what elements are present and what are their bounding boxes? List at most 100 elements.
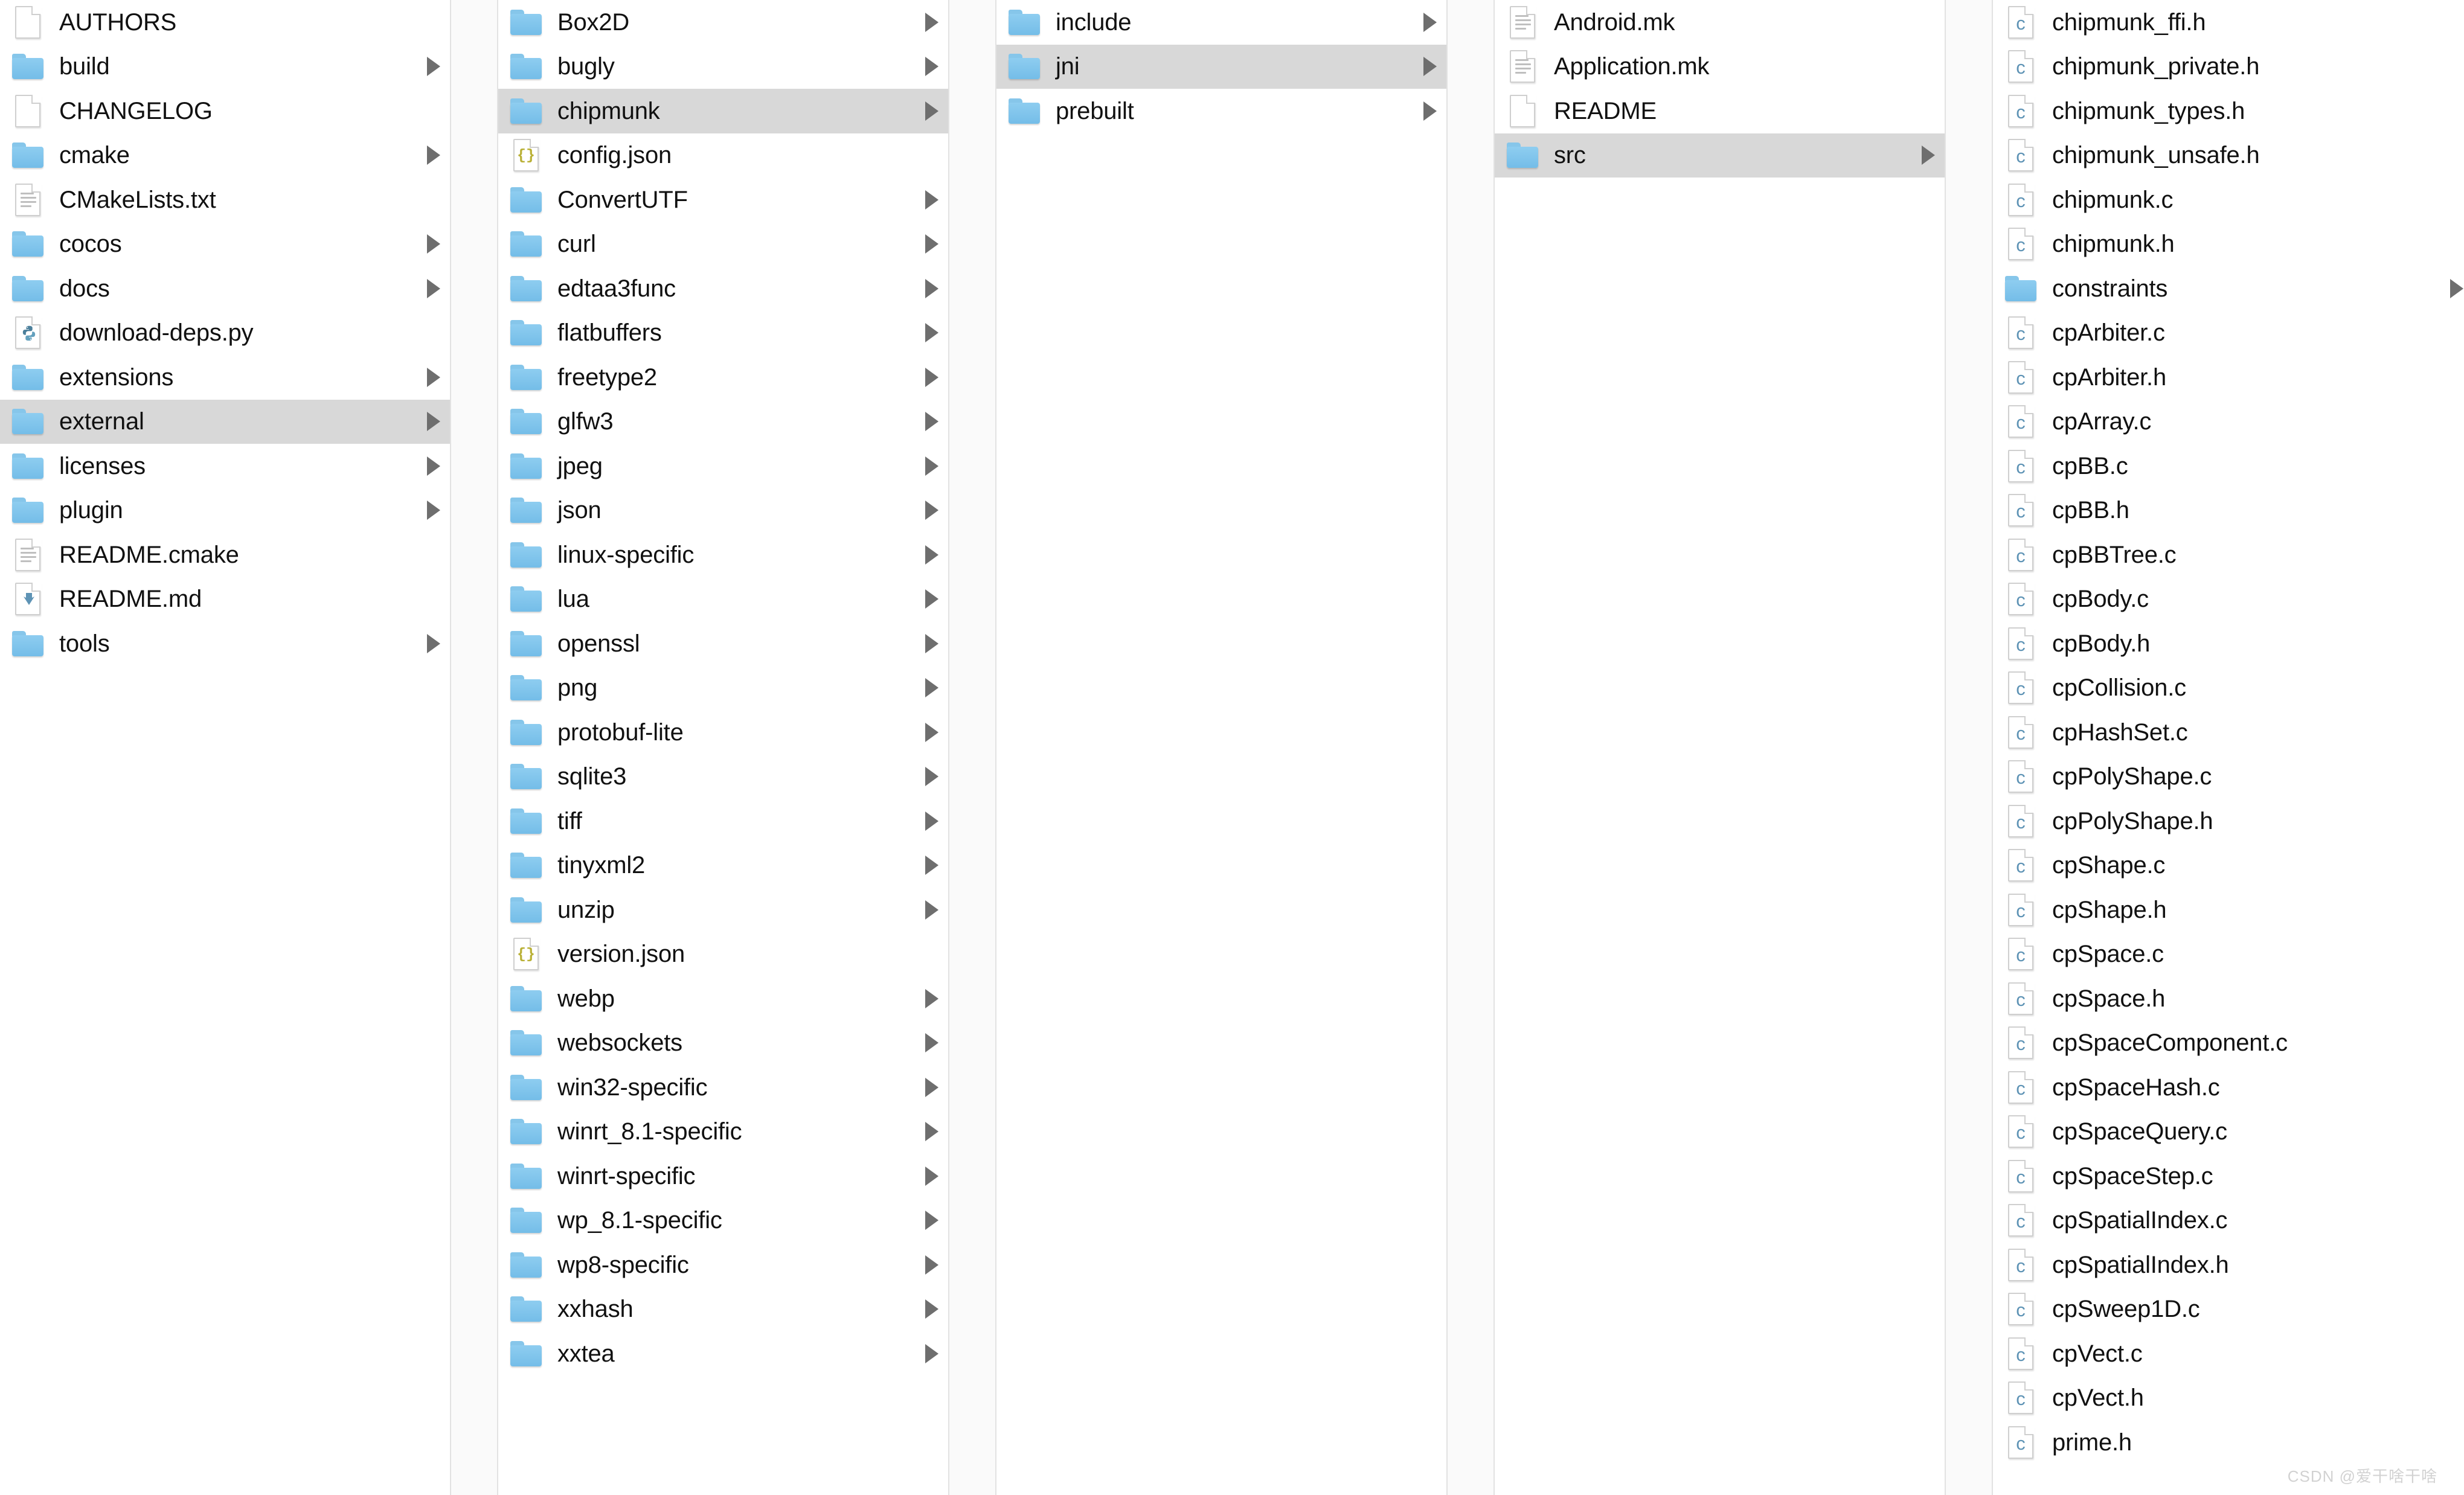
disclosure-triangle-icon[interactable]: [427, 633, 440, 653]
folder-row[interactable]: sqlite3: [498, 755, 948, 799]
file-row[interactable]: c cpArbiter.h: [1993, 355, 2464, 400]
folder-row[interactable]: chipmunk: [498, 89, 948, 133]
file-row[interactable]: c cpBB.h: [1993, 488, 2464, 533]
disclosure-triangle-icon[interactable]: [2450, 278, 2463, 298]
disclosure-triangle-icon[interactable]: [925, 1166, 938, 1186]
file-row[interactable]: c cpPolyShape.c: [1993, 755, 2464, 799]
file-row[interactable]: c chipmunk_private.h: [1993, 45, 2464, 89]
disclosure-triangle-icon[interactable]: [925, 190, 938, 210]
file-row[interactable]: CMakeLists.txt: [0, 178, 450, 222]
folder-row[interactable]: prebuilt: [996, 89, 1446, 133]
folder-row[interactable]: cocos: [0, 222, 450, 267]
disclosure-triangle-icon[interactable]: [427, 234, 440, 254]
disclosure-triangle-icon[interactable]: [427, 367, 440, 387]
file-row[interactable]: c cpSpace.h: [1993, 976, 2464, 1021]
folder-row[interactable]: plugin: [0, 488, 450, 533]
folder-row[interactable]: curl: [498, 222, 948, 267]
file-row[interactable]: README.md: [0, 577, 450, 622]
finder-column-jni[interactable]: Android.mk Application.mk README src: [1495, 0, 1945, 1495]
file-row[interactable]: c cpVect.c: [1993, 1331, 2464, 1376]
folder-row[interactable]: openssl: [498, 621, 948, 666]
folder-row[interactable]: glfw3: [498, 400, 948, 444]
folder-row[interactable]: Box2D: [498, 0, 948, 45]
disclosure-triangle-icon[interactable]: [427, 57, 440, 77]
column-divider-3[interactable]: [1446, 0, 1495, 1495]
file-row[interactable]: Application.mk: [1495, 45, 1945, 89]
folder-row[interactable]: freetype2: [498, 355, 948, 400]
folder-row[interactable]: tinyxml2: [498, 844, 948, 888]
finder-column-src[interactable]: c chipmunk_ffi.h c chipmunk_private.h c chipm…: [1993, 0, 2464, 1495]
file-row[interactable]: c chipmunk.h: [1993, 222, 2464, 267]
disclosure-triangle-icon[interactable]: [925, 1255, 938, 1275]
folder-row[interactable]: jpeg: [498, 444, 948, 488]
file-row[interactable]: c cpSpaceStep.c: [1993, 1154, 2464, 1199]
finder-column-chipmunk[interactable]: include jni prebuilt: [996, 0, 1446, 1495]
file-row[interactable]: c chipmunk_types.h: [1993, 89, 2464, 133]
disclosure-triangle-icon[interactable]: [1423, 57, 1437, 77]
finder-column-root[interactable]: AUTHORS build CHANGELOG cmake CMakeLists.txt…: [0, 0, 450, 1495]
file-row[interactable]: c cpVect.h: [1993, 1376, 2464, 1421]
file-row[interactable]: c cpSpatialIndex.c: [1993, 1199, 2464, 1243]
folder-row[interactable]: winrt-specific: [498, 1154, 948, 1199]
folder-row[interactable]: include: [996, 0, 1446, 45]
folder-row[interactable]: ConvertUTF: [498, 178, 948, 222]
disclosure-triangle-icon[interactable]: [925, 1122, 938, 1142]
folder-row[interactable]: wp_8.1-specific: [498, 1199, 948, 1243]
disclosure-triangle-icon[interactable]: [427, 146, 440, 165]
file-row[interactable]: c chipmunk_unsafe.h: [1993, 133, 2464, 178]
file-row[interactable]: c cpBB.c: [1993, 444, 2464, 488]
folder-row[interactable]: docs: [0, 266, 450, 311]
disclosure-triangle-icon[interactable]: [925, 101, 938, 121]
disclosure-triangle-icon[interactable]: [1423, 12, 1437, 32]
disclosure-triangle-icon[interactable]: [427, 501, 440, 520]
disclosure-triangle-icon[interactable]: [925, 856, 938, 876]
disclosure-triangle-icon[interactable]: [1922, 146, 1935, 165]
disclosure-triangle-icon[interactable]: [925, 12, 938, 32]
disclosure-triangle-icon[interactable]: [925, 722, 938, 742]
folder-row[interactable]: winrt_8.1-specific: [498, 1110, 948, 1154]
disclosure-triangle-icon[interactable]: [925, 767, 938, 787]
disclosure-triangle-icon[interactable]: [925, 367, 938, 387]
file-row[interactable]: Android.mk: [1495, 0, 1945, 45]
disclosure-triangle-icon[interactable]: [925, 323, 938, 343]
file-row[interactable]: c cpSpatialIndex.h: [1993, 1243, 2464, 1287]
disclosure-triangle-icon[interactable]: [925, 1343, 938, 1363]
folder-row[interactable]: xxhash: [498, 1287, 948, 1332]
folder-row[interactable]: src: [1495, 133, 1945, 178]
folder-row[interactable]: constraints: [1993, 266, 2464, 311]
disclosure-triangle-icon[interactable]: [427, 278, 440, 298]
folder-row[interactable]: unzip: [498, 888, 948, 932]
folder-row[interactable]: licenses: [0, 444, 450, 488]
disclosure-triangle-icon[interactable]: [925, 678, 938, 698]
file-row[interactable]: c cpShape.h: [1993, 888, 2464, 932]
disclosure-triangle-icon[interactable]: [925, 412, 938, 432]
folder-row[interactable]: edtaa3func: [498, 266, 948, 311]
file-row[interactable]: c cpCollision.c: [1993, 666, 2464, 711]
file-row[interactable]: download-deps.py: [0, 311, 450, 356]
file-row[interactable]: c cpSweep1D.c: [1993, 1287, 2464, 1332]
file-row[interactable]: c prime.h: [1993, 1420, 2464, 1465]
disclosure-triangle-icon[interactable]: [427, 456, 440, 476]
folder-row[interactable]: flatbuffers: [498, 311, 948, 356]
file-row[interactable]: c cpShape.c: [1993, 844, 2464, 888]
disclosure-triangle-icon[interactable]: [925, 57, 938, 77]
folder-row[interactable]: xxtea: [498, 1331, 948, 1376]
disclosure-triangle-icon[interactable]: [1423, 101, 1437, 121]
folder-row[interactable]: build: [0, 45, 450, 89]
file-row[interactable]: c cpSpace.c: [1993, 932, 2464, 977]
disclosure-triangle-icon[interactable]: [427, 412, 440, 432]
folder-row[interactable]: linux-specific: [498, 533, 948, 577]
file-row[interactable]: c cpArbiter.c: [1993, 311, 2464, 356]
disclosure-triangle-icon[interactable]: [925, 234, 938, 254]
disclosure-triangle-icon[interactable]: [925, 1077, 938, 1097]
folder-row[interactable]: protobuf-lite: [498, 710, 948, 755]
folder-row[interactable]: webp: [498, 976, 948, 1021]
file-row[interactable]: c cpArray.c: [1993, 400, 2464, 444]
disclosure-triangle-icon[interactable]: [925, 589, 938, 609]
file-row[interactable]: c cpBody.c: [1993, 577, 2464, 622]
file-row[interactable]: README.cmake: [0, 533, 450, 577]
folder-row[interactable]: jni: [996, 44, 1446, 89]
disclosure-triangle-icon[interactable]: [925, 811, 938, 831]
file-row[interactable]: AUTHORS: [0, 0, 450, 45]
file-row[interactable]: c cpBBTree.c: [1993, 533, 2464, 577]
